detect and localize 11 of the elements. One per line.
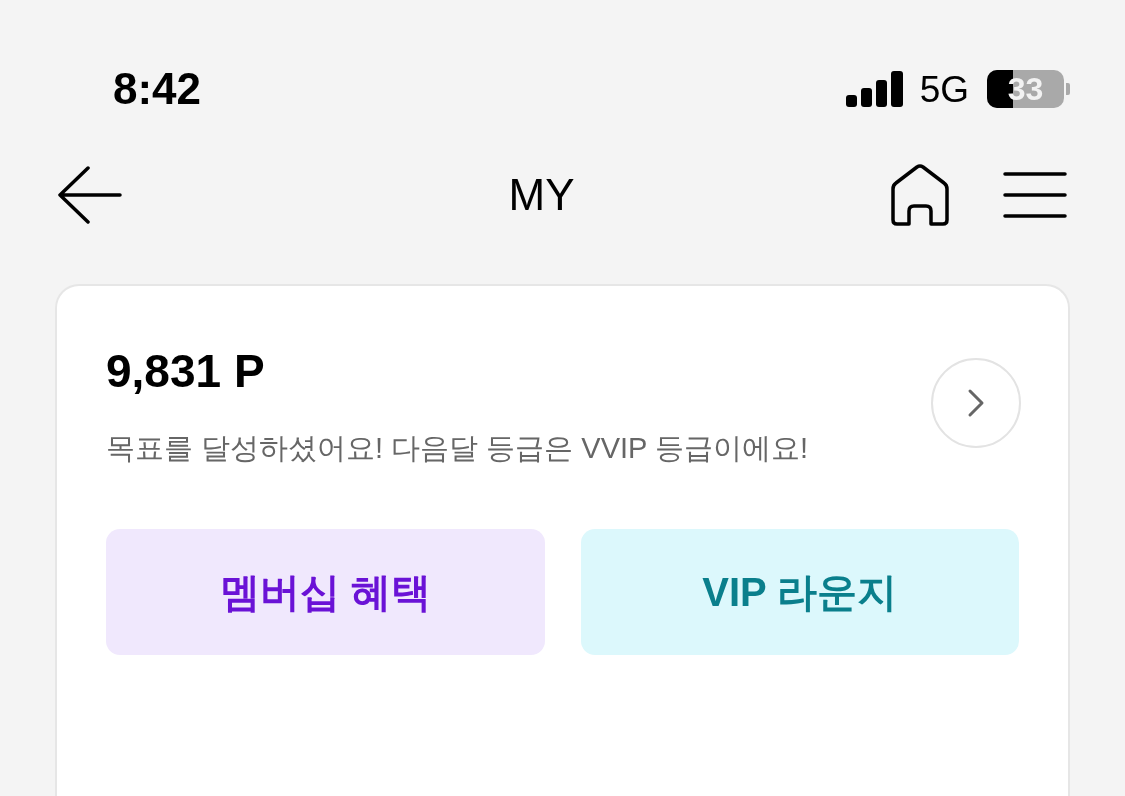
action-button[interactable]: VIP 라운지	[580, 529, 1019, 655]
network-label: 5G	[919, 70, 969, 108]
menu-icon[interactable]	[1003, 172, 1067, 218]
page-title: MY	[508, 173, 575, 217]
signal-icon	[845, 71, 903, 107]
points-balance: 9,831 P	[106, 348, 266, 394]
action-button[interactable]: 멤버십 혜택	[106, 529, 545, 655]
clock-time: 8:42	[113, 67, 202, 111]
home-icon[interactable]	[891, 164, 949, 226]
grade-message: 목표를 달성하셨어요! 다음달 등급은 VVIP 등급이에요!	[106, 434, 809, 463]
back-icon[interactable]	[58, 165, 122, 225]
